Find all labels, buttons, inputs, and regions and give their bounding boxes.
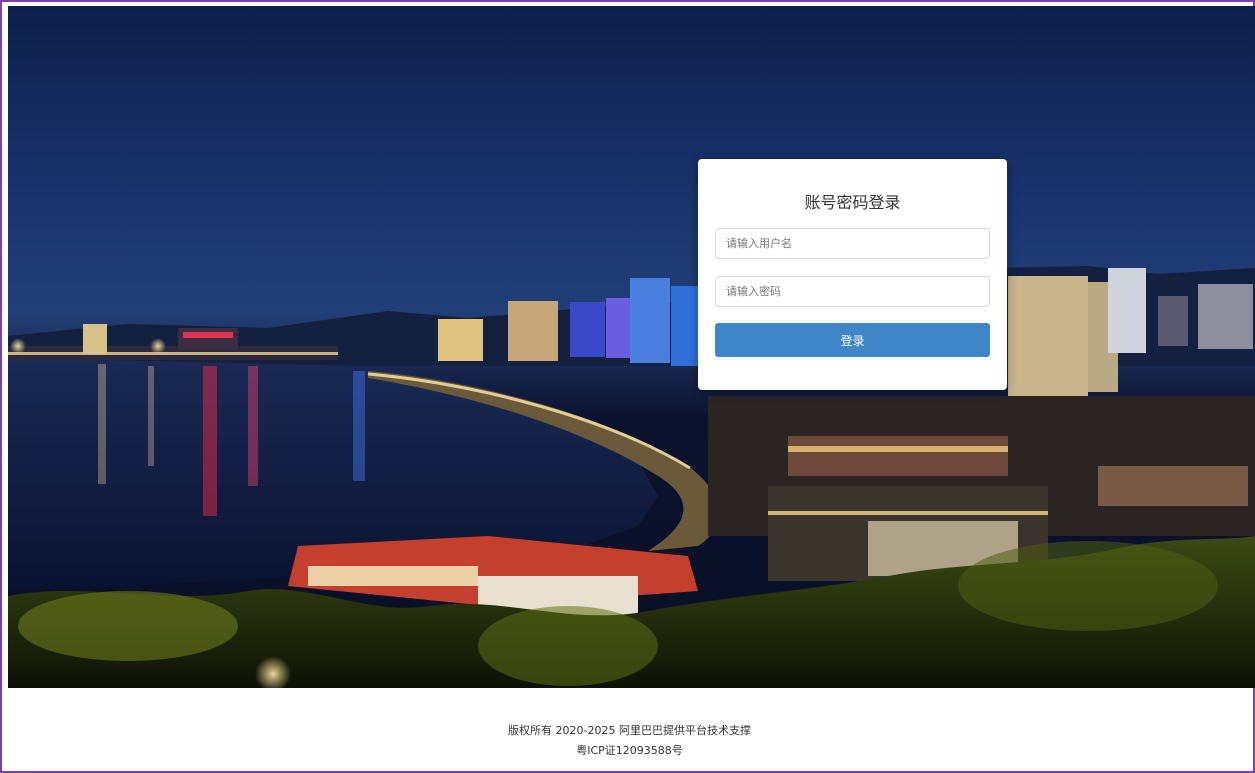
username-input[interactable] — [715, 228, 990, 259]
night-city-coast-illustration — [8, 266, 1255, 688]
login-button[interactable]: 登录 — [715, 323, 990, 357]
page-frame: 账号密码登录 登录 版权所有 2020-2025 阿里巴巴提供平台技术支撑 粤I… — [0, 0, 1255, 773]
password-input[interactable] — [715, 276, 990, 307]
login-card: 账号密码登录 登录 — [698, 159, 1007, 390]
background-photo — [8, 6, 1255, 688]
copyright-text: 版权所有 2020-2025 阿里巴巴提供平台技术支撑 — [508, 724, 751, 737]
login-title: 账号密码登录 — [804, 193, 901, 212]
icp-license-text: 粤ICP证12093588号 — [576, 744, 683, 757]
footer: 版权所有 2020-2025 阿里巴巴提供平台技术支撑 粤ICP证1209358… — [2, 688, 1255, 773]
